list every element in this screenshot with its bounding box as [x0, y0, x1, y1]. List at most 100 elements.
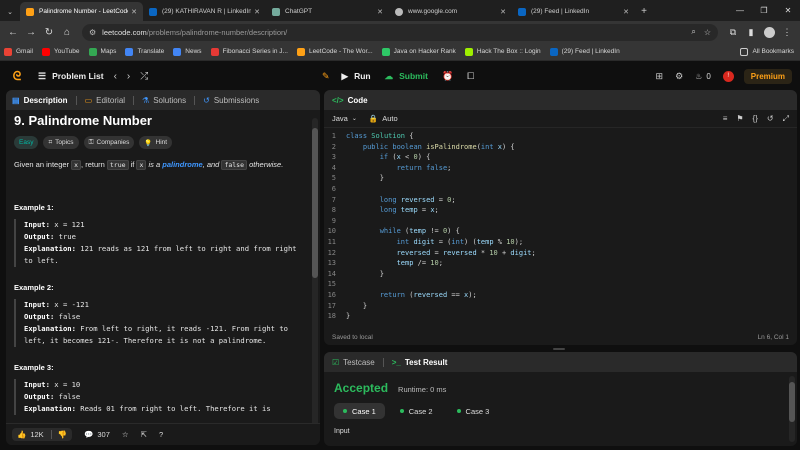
hint-chip[interactable]: 💡 Hint [139, 136, 173, 149]
lock-icon: 🔒 [368, 114, 379, 123]
problem-tabs: ▤ Description ▭ Editorial ⚗ Solutions ↺ Subm… [6, 90, 320, 110]
language-select[interactable]: Java ⌄ [332, 114, 357, 123]
home-icon[interactable]: ⌂ [58, 23, 76, 41]
scrollbar-thumb[interactable] [312, 128, 318, 278]
settings-gear-icon[interactable]: ⚙ [675, 71, 683, 82]
browser-tab-google[interactable]: www.google.com ✕ [389, 2, 512, 21]
code-brackets-icon: </> [332, 95, 344, 105]
layout-grid-icon[interactable]: ⊞ [656, 71, 664, 82]
tab-submissions[interactable]: ↺ Submissions [203, 96, 259, 105]
profile-avatar[interactable] [760, 23, 778, 41]
example-heading: Example 1: [14, 203, 54, 212]
new-tab-plus-icon[interactable]: + [635, 2, 653, 21]
panel-resize-handle[interactable] [553, 348, 565, 350]
scrollbar-thumb[interactable] [789, 382, 795, 422]
reset-icon[interactable]: ↺ [767, 114, 774, 124]
share-icon[interactable]: ⇱ [141, 430, 147, 439]
bookmark-hackthebox[interactable]: Hack The Box :: Login [464, 47, 541, 56]
debug-icon[interactable]: ✎ [322, 71, 330, 82]
streak-counter[interactable]: ♨ 0 [695, 72, 711, 81]
close-window-icon[interactable]: ✕ [776, 0, 800, 20]
all-bookmarks[interactable]: All Bookmarks [740, 47, 794, 56]
bookmark-leetcode[interactable]: LeetCode - The Wor... [296, 47, 373, 56]
leetcode-logo-icon[interactable]: ᘓ [10, 69, 24, 83]
browser-tab-leetcode[interactable]: Palindrome Number - LeetCode ✕ [20, 2, 143, 21]
comments-button[interactable]: 💬 307 [84, 430, 110, 439]
tab-editorial[interactable]: ▭ Editorial [85, 96, 125, 105]
bookmark-star-icon[interactable]: ☆ [704, 28, 711, 37]
save-status: Saved to local [332, 333, 373, 341]
play-icon: ▶ [341, 70, 349, 81]
close-icon[interactable]: ✕ [377, 8, 383, 16]
tab-solutions[interactable]: ⚗ Solutions [142, 96, 186, 105]
favorite-star-icon[interactable]: ☆ [122, 430, 129, 439]
description-scrollbar[interactable] [312, 118, 318, 433]
url-host: leetcode.com [102, 27, 147, 37]
bookmark-youtube[interactable]: YouTube [41, 47, 80, 56]
companies-chip[interactable]: ⚿ Companies [83, 136, 135, 149]
more-menu-icon[interactable]: ⋮ [778, 23, 796, 41]
braces-icon[interactable]: {} [753, 114, 758, 124]
close-icon[interactable]: ✕ [623, 8, 629, 16]
close-icon[interactable]: ✕ [131, 8, 137, 16]
premium-button[interactable]: Premium [743, 68, 792, 84]
user-avatar[interactable]: ! [722, 70, 734, 82]
lock-icon: ⚿ [88, 138, 94, 146]
shuffle-icon[interactable]: ⤮ [140, 71, 148, 82]
case-tab-1[interactable]: Case 1 [334, 403, 385, 419]
minimize-icon[interactable]: — [728, 0, 752, 20]
browser-tab-title: (29) Feed | LinkedIn [531, 8, 590, 15]
close-icon[interactable]: ✕ [254, 8, 260, 16]
close-icon[interactable]: ✕ [500, 8, 506, 16]
problem-list-button[interactable]: ☰ Problem List [38, 71, 104, 82]
format-icon[interactable]: ≡ [723, 114, 728, 124]
tab-test-result[interactable]: >_ Test Result [392, 358, 448, 367]
bookmark-maps[interactable]: Maps [88, 47, 116, 56]
bookmark-fibonacci[interactable]: Fibonacci Series in J... [210, 47, 288, 56]
browser-tab-chatgpt[interactable]: ChatGPT ✕ [266, 2, 389, 21]
notes-icon[interactable]: ⧠ [467, 71, 474, 82]
thumbs-up-icon[interactable]: 👍 [17, 430, 26, 439]
next-problem-chevron-icon[interactable]: › [127, 71, 130, 82]
prev-problem-chevron-icon[interactable]: ‹ [114, 71, 117, 82]
reload-icon[interactable]: ↻ [40, 23, 58, 41]
tab-description[interactable]: ▤ Description [12, 96, 68, 105]
bookmark-linkedin-feed[interactable]: (29) Feed | LinkedIn [549, 47, 620, 56]
thumbs-down-icon[interactable]: 👎 [50, 430, 67, 439]
timer-icon[interactable]: ⏰ [442, 71, 453, 82]
translate-icon [125, 47, 134, 56]
browser-tab-linkedin-feed[interactable]: (29) Feed | LinkedIn ✕ [512, 2, 635, 21]
tab-testcase[interactable]: ☑ Testcase [332, 358, 375, 367]
leetcode-favicon-icon [26, 7, 34, 16]
topics-chip[interactable]: ⌗ Topics [43, 136, 79, 149]
bookmark-news[interactable]: News [173, 47, 202, 56]
auto-mode-toggle[interactable]: 🔒 Auto [369, 114, 398, 123]
forward-arrow-icon[interactable]: → [22, 23, 40, 41]
result-scrollbar[interactable] [789, 376, 795, 442]
result-tabs: ☑ Testcase >_ Test Result [324, 352, 797, 372]
address-bar[interactable]: ⚙ leetcode.com/problems/palindrome-numbe… [82, 23, 718, 41]
bookmark-hackerrank[interactable]: Java on Hacker Rank [381, 47, 456, 56]
help-icon[interactable]: ? [159, 430, 163, 439]
site-info-icon[interactable]: ⚙ [89, 28, 96, 37]
bookmark-translate[interactable]: Translate [125, 47, 164, 56]
back-arrow-icon[interactable]: ← [4, 23, 22, 41]
fullscreen-icon[interactable]: ⤢ [783, 114, 789, 124]
browser-tab-linkedin-profile[interactable]: (29) KATHIRAVAN R | LinkedIn ✕ [143, 2, 266, 21]
side-panel-icon[interactable]: ▮ [742, 23, 760, 41]
tab-search-chevron-icon[interactable]: ⌄ [0, 2, 20, 21]
code-editor[interactable]: 1 class Solution { 2 public boolean isPal… [324, 132, 797, 322]
bookmark-gmail[interactable]: Gmail [4, 47, 33, 56]
cloud-upload-icon: ☁ [384, 70, 394, 81]
run-button[interactable]: ▶ Run [342, 71, 371, 82]
case-tab-3[interactable]: Case 3 [448, 403, 499, 419]
case-tab-2[interactable]: Case 2 [391, 403, 442, 419]
submit-button[interactable]: ☁ Submit [385, 71, 428, 82]
user-toolbar: ⊞ ⚙ ♨ 0 ! Premium [644, 62, 792, 90]
bookmark-icon[interactable]: ⚑ [736, 114, 743, 124]
palindrome-link[interactable]: palindrome [162, 160, 202, 169]
extensions-icon[interactable]: ⧉ [724, 23, 742, 41]
google-lens-icon[interactable]: ⌕ [691, 27, 695, 37]
restore-icon[interactable]: ❐ [752, 0, 776, 20]
tag-icon: ⌗ [48, 138, 53, 146]
